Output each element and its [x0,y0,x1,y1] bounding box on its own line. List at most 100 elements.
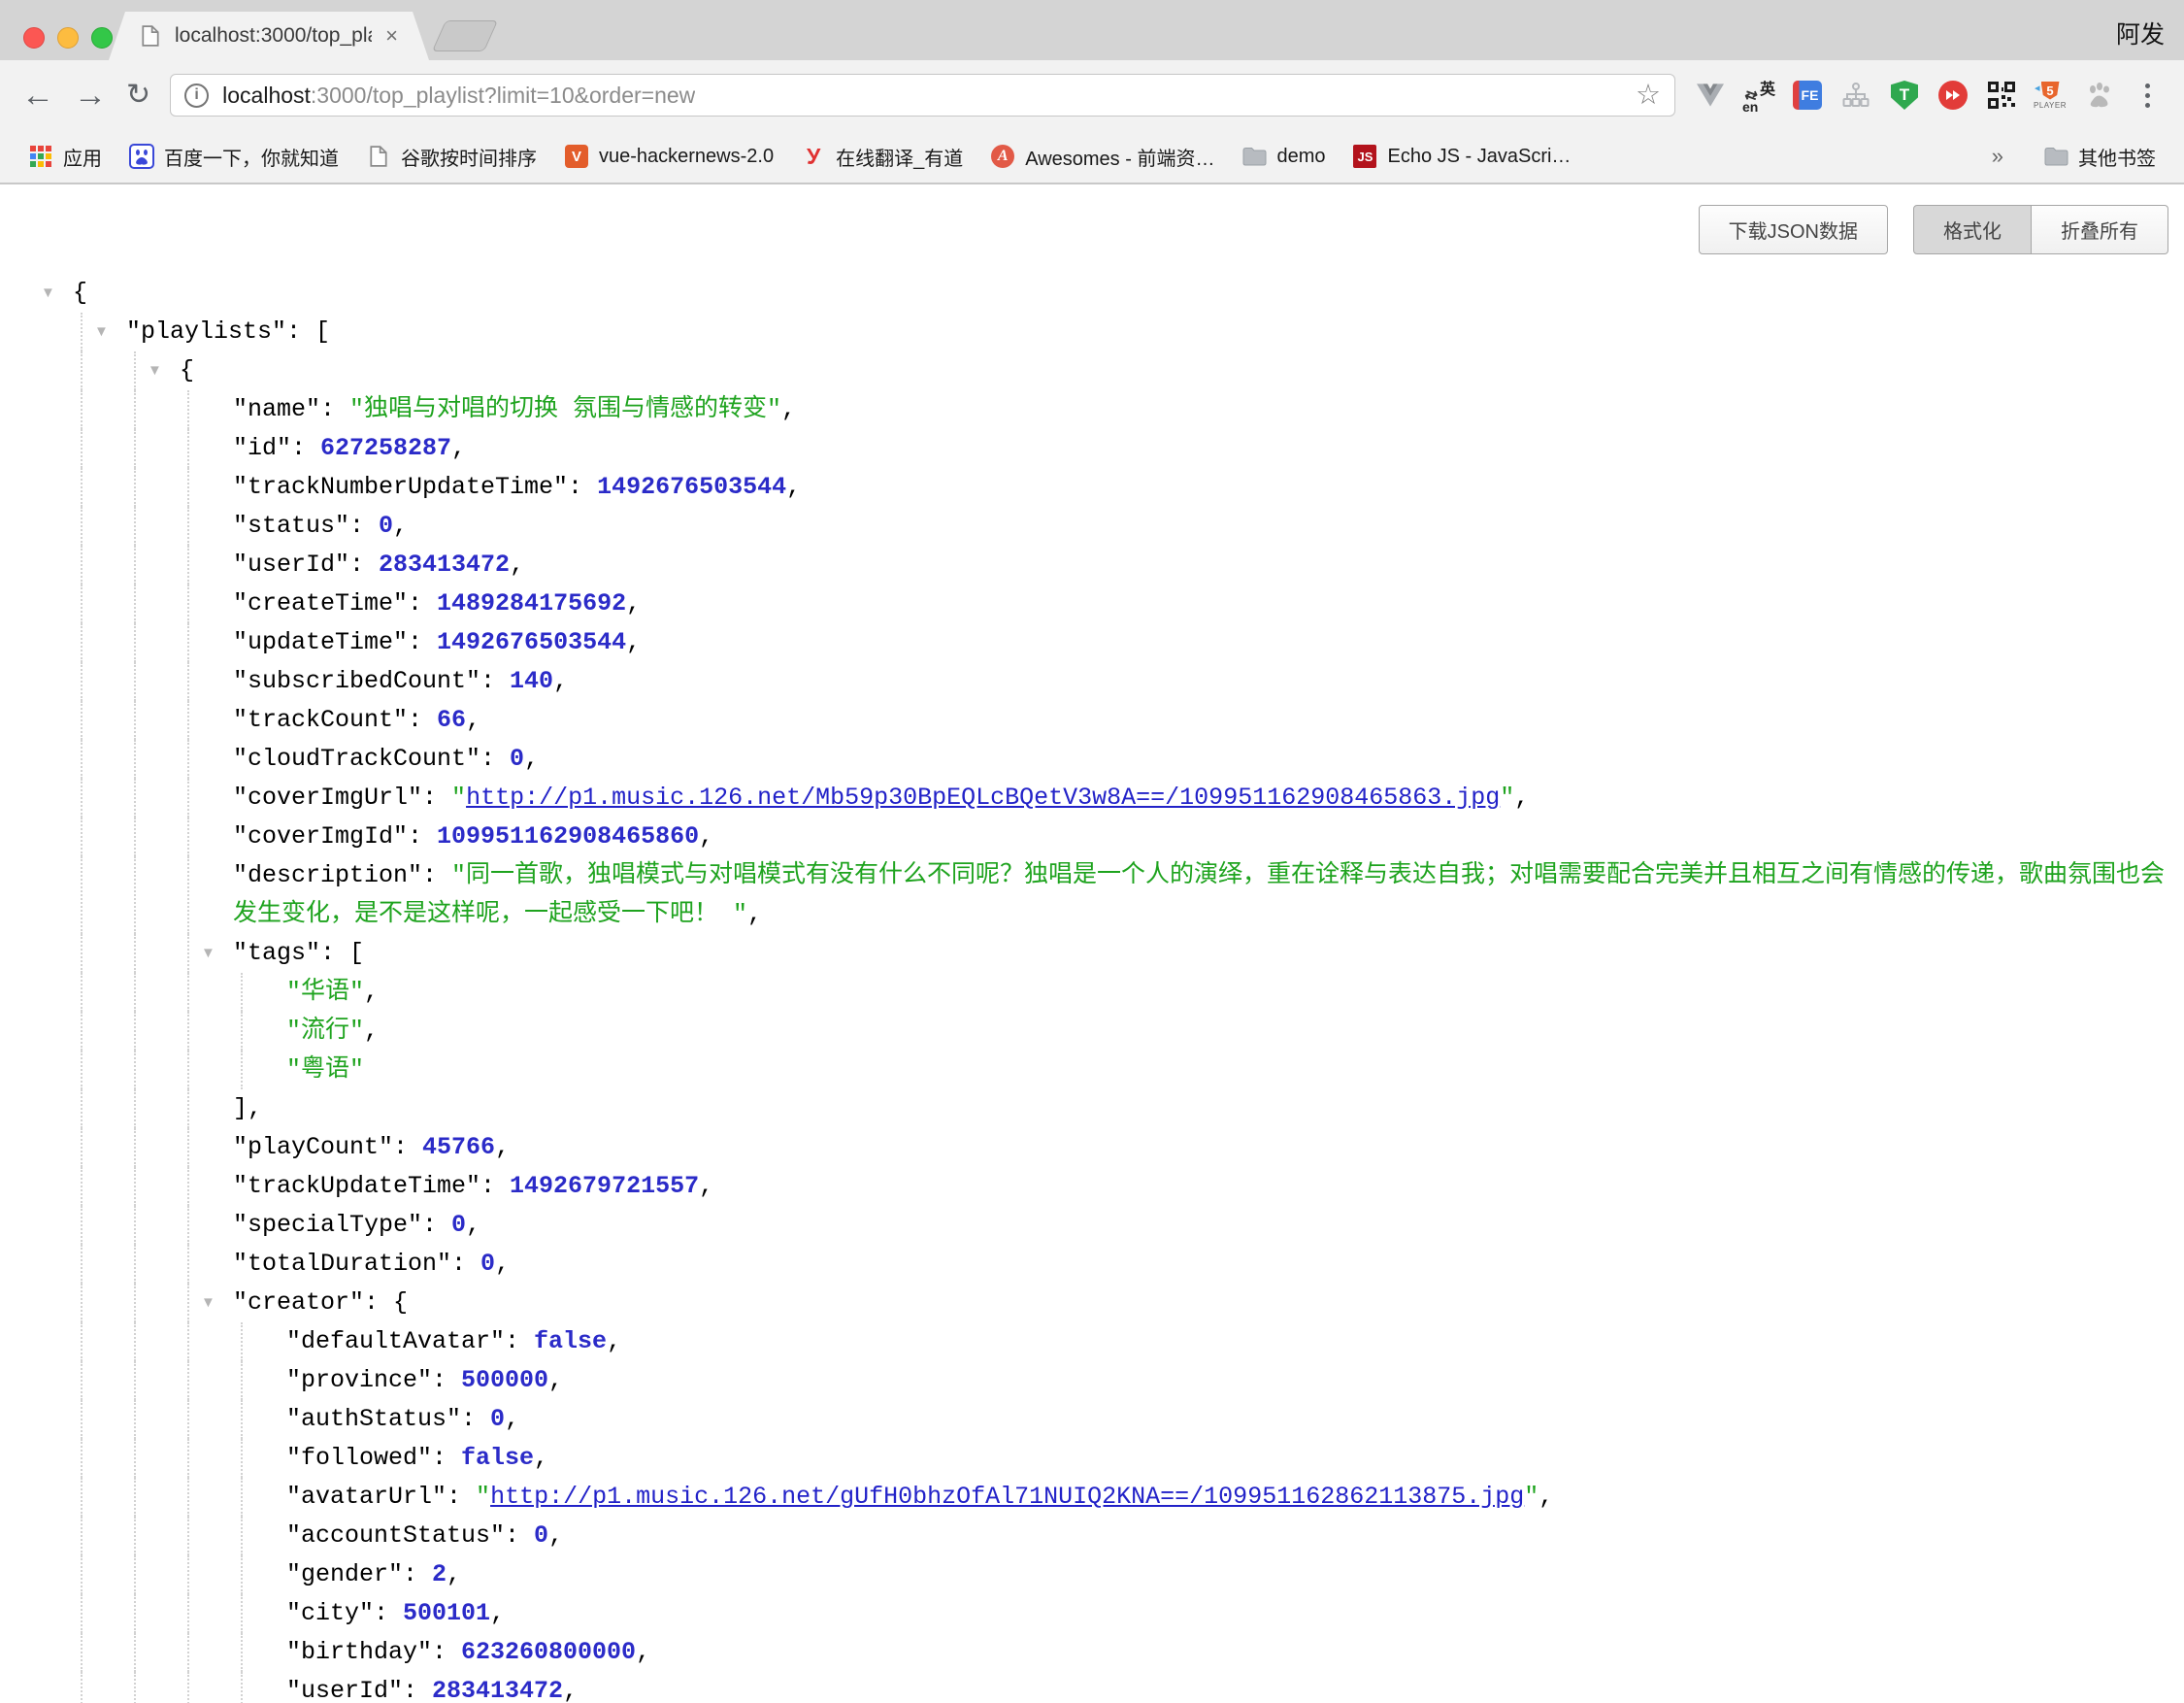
json-line: "createTime": 1489284175692, [0,584,2184,623]
collapse-all-button[interactable]: 折叠所有 [2032,205,2168,254]
json-token: " [1500,784,1514,812]
site-info-icon[interactable]: i [184,83,209,108]
minimize-window-button[interactable] [57,27,79,49]
indent-guide [187,623,189,662]
url-text: localhost:3000/top_playlist?limit=10&ord… [222,83,695,109]
bookmark-google-sort[interactable]: 谷歌按时间排序 [355,143,547,171]
browser-menu-icon[interactable] [2132,80,2163,111]
collapse-arrow-icon[interactable]: ▼ [201,1284,215,1322]
json-token: "subscribedCount": [233,667,510,695]
tab-strip: localhost:3000/top_playlist?lim × 阿发 [0,0,2184,60]
translate-icon[interactable]: ⇄ 英 en [1743,80,1774,111]
json-link[interactable]: http://p1.music.126.net/gUfH0bhzOfAl71NU… [490,1483,1524,1511]
json-line: "trackNumberUpdateTime": 1492676503544, [0,468,2184,507]
indent-guide [187,740,189,779]
indent-guide [81,390,83,429]
indent-guide [187,1633,189,1672]
json-line: "playCount": 45766, [0,1128,2184,1167]
sitemap-icon[interactable] [1840,80,1871,111]
json-line: "华语", [0,973,2184,1012]
indent-guide [81,1051,83,1089]
bookmark-vue-hackernews[interactable]: V vue-hackernews-2.0 [553,144,784,169]
indent-guide [81,351,83,390]
indent-guide [134,390,136,429]
json-token: "华语" [286,978,364,1006]
indent-guide [81,1400,83,1439]
json-line: "province": 500000, [0,1361,2184,1400]
json-token: , [495,1250,510,1278]
bookmarks-overflow-chevron[interactable]: » [1969,144,2027,169]
close-window-button[interactable] [23,27,45,49]
bookmark-label: Echo JS - JavaScri… [1387,146,1571,168]
json-line: "specialType": 0, [0,1206,2184,1245]
json-link[interactable]: http://p1.music.126.net/Mb59p30BpEQLcBQe… [466,784,1500,812]
view-mode-toggle: 格式化 折叠所有 [1913,205,2168,254]
json-token: "独唱与对唱的切换 氛围与情感的转变" [349,395,781,423]
browser-tab[interactable]: localhost:3000/top_playlist?lim × [109,12,429,60]
json-token: , [393,512,408,540]
indent-guide [81,584,83,623]
indent-guide [134,1478,136,1517]
reload-icon[interactable]: ↻ [126,81,150,110]
indent-guide [241,1672,243,1703]
bookmark-baidu[interactable]: 百度一下，你就知道 [118,143,349,171]
indent-guide [134,1594,136,1633]
indent-guide [81,1322,83,1361]
back-icon[interactable]: ← [21,79,54,112]
indent-guide [134,1245,136,1284]
profile-name[interactable]: 阿发 [2116,16,2165,50]
indent-guide [81,1633,83,1672]
bookmark-apps[interactable]: 应用 [17,143,113,171]
bookmark-awesomes[interactable]: A Awesomes - 前端资… [979,143,1225,171]
indent-guide [81,701,83,740]
fe-icon[interactable]: FE [1792,80,1823,111]
indent-guide [81,1206,83,1245]
indent-guide [134,468,136,507]
collapse-arrow-icon[interactable]: ▼ [148,351,162,390]
vue-devtools-icon[interactable] [1695,80,1726,111]
forward-icon[interactable]: → [74,79,107,112]
bookmark-echojs[interactable]: JS Echo JS - JavaScri… [1341,144,1581,169]
collapse-arrow-icon[interactable]: ▼ [41,274,55,313]
indent-guide [81,662,83,701]
indent-guide [241,1555,243,1594]
indent-guide [187,1400,189,1439]
new-tab-button[interactable] [432,20,498,51]
apps-grid-icon [28,144,53,169]
bookmark-star-icon[interactable]: ☆ [1636,82,1661,110]
paw-icon[interactable] [2083,80,2114,111]
json-token: 140 [510,667,553,695]
json-token: , [553,667,568,695]
indent-guide [81,1012,83,1051]
collapse-arrow-icon[interactable]: ▼ [201,934,215,973]
other-bookmarks[interactable]: 其他书签 [2033,143,2167,171]
indent-guide [241,1361,243,1400]
bookmark-youdao[interactable]: У 在线翻译_有道 [790,143,974,171]
collapse-arrow-icon[interactable]: ▼ [94,313,109,351]
indent-guide [81,1284,83,1322]
json-token: 109951162908465860 [437,822,699,851]
fast-forward-icon[interactable] [1937,80,1969,111]
json-token: "粤语" [286,1055,364,1084]
json-token: "同一首歌，独唱模式与对唱模式有没有什么不同呢？独唱是一个人的演绎，重在诠释与表… [233,861,2165,928]
download-json-button[interactable]: 下载JSON数据 [1699,205,1888,254]
tab-close-icon[interactable]: × [383,23,400,49]
url-host: localhost [222,83,311,108]
json-token: " [476,1483,490,1511]
json-token: 0 [379,512,393,540]
json-token: 623260800000 [461,1638,636,1666]
format-button[interactable]: 格式化 [1913,205,2032,254]
indent-guide [134,818,136,856]
html5-player-icon[interactable]: ◂ 5 PLAYER [2035,80,2066,111]
bookmark-demo-folder[interactable]: demo [1231,144,1336,169]
json-line: "updateTime": 1492676503544, [0,623,2184,662]
qr-code-icon[interactable] [1986,80,2017,111]
json-token: , [451,434,466,462]
indent-guide [81,818,83,856]
json-token: "id": [233,434,320,462]
json-token: 1489284175692 [437,589,626,618]
zoom-window-button[interactable] [91,27,113,49]
json-line: ▼{ [0,351,2184,390]
shield-t-icon[interactable]: T [1889,80,1920,111]
address-bar[interactable]: i localhost:3000/top_playlist?limit=10&o… [170,74,1675,117]
